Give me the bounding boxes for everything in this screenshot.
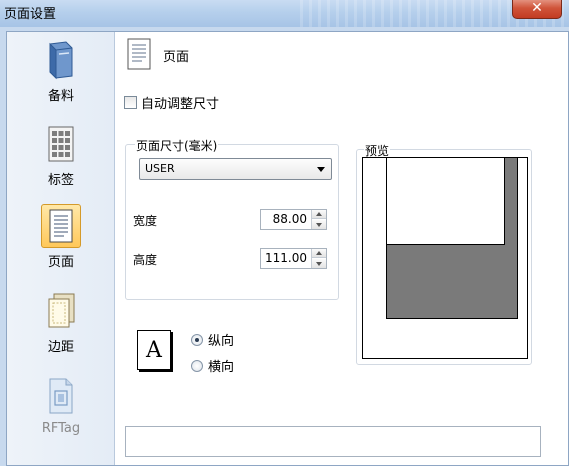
portrait-label: 纵向 (208, 334, 235, 349)
sidebar-item-page[interactable]: 页面 (33, 204, 89, 284)
grid-sheet-icon (41, 122, 81, 166)
status-box (125, 426, 541, 457)
margins-icon (41, 289, 81, 333)
height-increment-button[interactable] (312, 249, 326, 258)
orientation-icon-letter: A (146, 337, 162, 363)
page-title: 页面 (163, 50, 190, 65)
close-button[interactable]: ✕ (512, 0, 562, 19)
portrait-radio[interactable] (191, 333, 203, 346)
sidebar-item-labels[interactable]: 标签 (33, 122, 89, 202)
page-header-icon (126, 38, 152, 73)
rftag-icon (41, 374, 81, 418)
preview-group: 预览 (356, 142, 532, 365)
title-bar: 页面设置 ✕ (0, 0, 569, 27)
chevron-down-icon (317, 167, 325, 172)
sidebar-item-label: RFTag (41, 421, 81, 436)
auto-size-checkbox-row[interactable]: 自动调整尺寸 (124, 93, 219, 112)
width-stepper-buttons (311, 210, 326, 229)
close-icon: ✕ (531, 0, 543, 16)
arrow-down-icon (316, 222, 322, 227)
orientation-icon: A (137, 330, 171, 370)
landscape-label: 横向 (208, 360, 235, 375)
arrow-up-icon (316, 212, 322, 216)
page-settings-panel: 页面 自动调整尺寸 页面尺寸(毫米) USER 宽度 88.00 高度 111.… (116, 32, 568, 465)
page-size-legend: 页面尺寸(毫米) (135, 137, 219, 154)
arrow-up-icon (316, 251, 322, 255)
landscape-radio[interactable] (191, 359, 203, 372)
width-value[interactable]: 88.00 (261, 210, 311, 229)
sidebar-item-label: 页面 (47, 255, 74, 270)
sidebar-item-rftag[interactable]: RFTag (33, 374, 89, 454)
width-increment-button[interactable] (312, 210, 326, 219)
page-icon (41, 204, 81, 248)
preview-label-area (387, 158, 505, 245)
page-size-select[interactable]: USER (139, 158, 332, 180)
width-stepper[interactable]: 88.00 (260, 209, 327, 230)
preview-paper (386, 158, 518, 319)
height-label: 高度 (133, 253, 158, 267)
sidebar-item-label: 标签 (47, 173, 74, 188)
sidebar-item-materials[interactable]: 备料 (33, 38, 89, 118)
sidebar: 备料 标签 页面 边距 RFTag (7, 32, 115, 465)
height-decrement-button[interactable] (312, 259, 326, 268)
auto-size-label: 自动调整尺寸 (141, 97, 220, 112)
window-frame: 备料 标签 页面 边距 RFTag 页面 自动调整尺寸 页面尺寸(毫米) USE… (0, 27, 569, 466)
sidebar-item-label: 备料 (47, 89, 74, 104)
dialog-body: 备料 标签 页面 边距 RFTag 页面 自动调整尺寸 页面尺寸(毫米) USE… (6, 31, 569, 466)
width-decrement-button[interactable] (312, 220, 326, 229)
window-title: 页面设置 (4, 7, 57, 22)
page-size-selected-value: USER (145, 162, 175, 175)
height-stepper[interactable]: 111.00 (260, 248, 327, 269)
height-stepper-buttons (311, 249, 326, 268)
landscape-radio-row[interactable]: 横向 (191, 356, 234, 375)
width-label: 宽度 (133, 214, 158, 228)
sidebar-item-margins[interactable]: 边距 (33, 289, 89, 369)
preview-area (362, 157, 528, 359)
book-icon (41, 38, 81, 82)
height-value[interactable]: 111.00 (261, 249, 311, 268)
sidebar-item-label: 边距 (47, 340, 74, 355)
arrow-down-icon (316, 261, 322, 266)
auto-size-checkbox[interactable] (124, 96, 137, 109)
portrait-radio-row[interactable]: 纵向 (191, 330, 234, 349)
page-size-group: 页面尺寸(毫米) USER 宽度 88.00 高度 111.00 (125, 137, 339, 300)
